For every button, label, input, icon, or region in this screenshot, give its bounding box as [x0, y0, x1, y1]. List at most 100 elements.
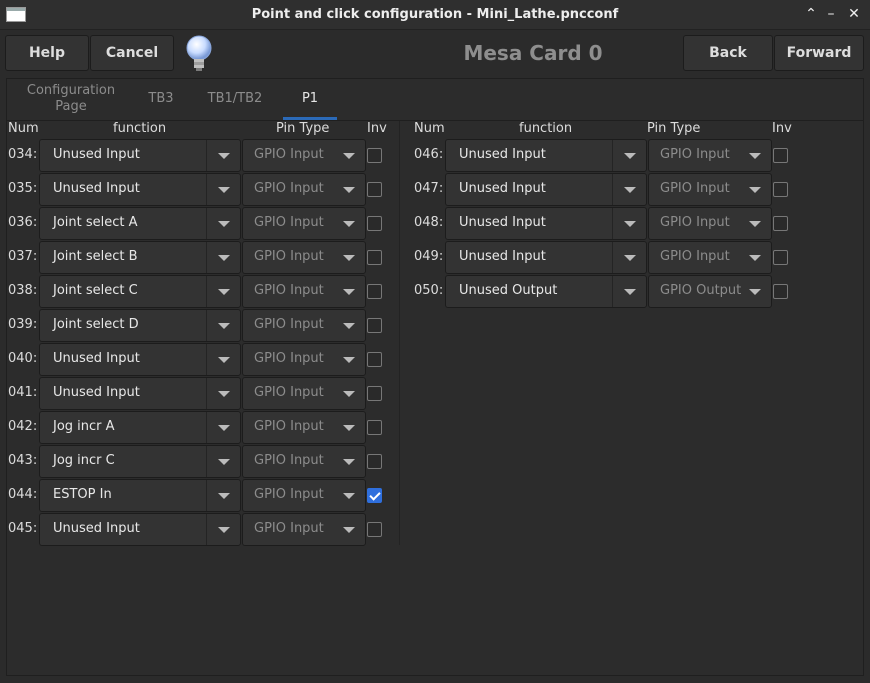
pin-type-combo[interactable]: GPIO Input: [242, 275, 366, 308]
function-combo[interactable]: ESTOP In: [39, 479, 241, 512]
tab-p1[interactable]: P1: [283, 91, 337, 107]
inv-checkbox[interactable]: [367, 318, 382, 333]
pin-type-combo[interactable]: GPIO Input: [242, 139, 366, 172]
function-combo[interactable]: Unused Output: [445, 275, 647, 308]
pin-type-combo[interactable]: GPIO Input: [242, 479, 366, 512]
pin-type-combo[interactable]: GPIO Input: [242, 513, 366, 546]
inv-checkbox[interactable]: [367, 522, 382, 537]
inv-checkbox[interactable]: [367, 454, 382, 469]
chevron-down-icon[interactable]: [624, 221, 636, 227]
chevron-down-icon[interactable]: [218, 255, 230, 261]
cancel-button[interactable]: Cancel: [90, 35, 174, 71]
inv-checkbox[interactable]: [367, 284, 382, 299]
chevron-down-icon[interactable]: [343, 357, 355, 363]
chevron-down-icon[interactable]: [749, 221, 761, 227]
chevron-down-icon[interactable]: [343, 527, 355, 533]
pin-type-combo[interactable]: GPIO Input: [242, 377, 366, 410]
chevron-down-icon[interactable]: [343, 323, 355, 329]
chevron-down-icon[interactable]: [218, 187, 230, 193]
pin-type-combo[interactable]: GPIO Input: [242, 241, 366, 274]
chevron-down-icon[interactable]: [624, 153, 636, 159]
function-combo[interactable]: Jog incr C: [39, 445, 241, 478]
tab-tb3[interactable]: TB3: [135, 91, 187, 107]
collapse-icon[interactable]: ⌃: [802, 5, 820, 23]
inv-checkbox[interactable]: [367, 420, 382, 435]
help-button[interactable]: Help: [5, 35, 89, 71]
chevron-down-icon[interactable]: [218, 459, 230, 465]
close-icon[interactable]: ✕: [845, 5, 863, 23]
inv-checkbox[interactable]: [773, 182, 788, 197]
pin-type-combo[interactable]: GPIO Input: [242, 445, 366, 478]
combo-separator: [206, 480, 207, 511]
inv-checkbox[interactable]: [773, 284, 788, 299]
chevron-down-icon[interactable]: [343, 221, 355, 227]
combo-separator: [612, 208, 613, 239]
pin-type-combo[interactable]: GPIO Input: [242, 411, 366, 444]
function-combo[interactable]: Joint select C: [39, 275, 241, 308]
minimize-icon[interactable]: –: [822, 5, 840, 23]
chevron-down-icon[interactable]: [749, 153, 761, 159]
chevron-down-icon[interactable]: [749, 255, 761, 261]
pin-type-combo[interactable]: GPIO Input: [648, 173, 772, 206]
pin-type-combo[interactable]: GPIO Input: [242, 207, 366, 240]
function-combo[interactable]: Unused Input: [39, 377, 241, 410]
function-combo[interactable]: Unused Input: [445, 241, 647, 274]
inv-checkbox[interactable]: [367, 250, 382, 265]
chevron-down-icon[interactable]: [343, 289, 355, 295]
inv-checkbox[interactable]: [773, 216, 788, 231]
back-button[interactable]: Back: [683, 35, 773, 71]
inv-checkbox[interactable]: [367, 386, 382, 401]
chevron-down-icon[interactable]: [218, 323, 230, 329]
chevron-down-icon[interactable]: [624, 255, 636, 261]
chevron-down-icon[interactable]: [343, 459, 355, 465]
inv-checkbox[interactable]: [773, 148, 788, 163]
function-combo[interactable]: Joint select A: [39, 207, 241, 240]
pin-type-combo[interactable]: GPIO Output: [648, 275, 772, 308]
pin-type-combo[interactable]: GPIO Input: [648, 139, 772, 172]
tab-configuration-page[interactable]: Configuration Page: [21, 83, 121, 115]
chevron-down-icon[interactable]: [218, 527, 230, 533]
function-combo[interactable]: Unused Input: [445, 139, 647, 172]
inv-checkbox[interactable]: [367, 216, 382, 231]
inv-checkbox[interactable]: [773, 250, 788, 265]
chevron-down-icon[interactable]: [343, 425, 355, 431]
header-num-left: Num: [8, 121, 39, 136]
function-combo[interactable]: Unused Input: [445, 207, 647, 240]
forward-button[interactable]: Forward: [774, 35, 864, 71]
inv-checkbox[interactable]: [367, 488, 382, 503]
chevron-down-icon[interactable]: [343, 153, 355, 159]
chevron-down-icon[interactable]: [218, 425, 230, 431]
chevron-down-icon[interactable]: [218, 357, 230, 363]
pin-type-value: GPIO Input: [254, 215, 324, 230]
function-combo[interactable]: Unused Input: [445, 173, 647, 206]
pin-type-combo[interactable]: GPIO Input: [242, 309, 366, 342]
chevron-down-icon[interactable]: [218, 391, 230, 397]
chevron-down-icon[interactable]: [343, 493, 355, 499]
chevron-down-icon[interactable]: [343, 391, 355, 397]
chevron-down-icon[interactable]: [624, 187, 636, 193]
inv-checkbox[interactable]: [367, 182, 382, 197]
inv-checkbox[interactable]: [367, 352, 382, 367]
chevron-down-icon[interactable]: [218, 221, 230, 227]
chevron-down-icon[interactable]: [218, 493, 230, 499]
function-combo[interactable]: Unused Input: [39, 139, 241, 172]
chevron-down-icon[interactable]: [218, 289, 230, 295]
pin-type-combo[interactable]: GPIO Input: [648, 241, 772, 274]
chevron-down-icon[interactable]: [218, 153, 230, 159]
function-combo[interactable]: Unused Input: [39, 173, 241, 206]
pin-type-combo[interactable]: GPIO Input: [242, 343, 366, 376]
tab-tb1-tb2[interactable]: TB1/TB2: [199, 91, 271, 107]
function-combo[interactable]: Joint select B: [39, 241, 241, 274]
chevron-down-icon[interactable]: [343, 187, 355, 193]
chevron-down-icon[interactable]: [749, 289, 761, 295]
pin-type-combo[interactable]: GPIO Input: [648, 207, 772, 240]
function-combo[interactable]: Unused Input: [39, 513, 241, 546]
pin-type-combo[interactable]: GPIO Input: [242, 173, 366, 206]
inv-checkbox[interactable]: [367, 148, 382, 163]
function-combo[interactable]: Unused Input: [39, 343, 241, 376]
chevron-down-icon[interactable]: [624, 289, 636, 295]
chevron-down-icon[interactable]: [343, 255, 355, 261]
function-combo[interactable]: Jog incr A: [39, 411, 241, 444]
function-combo[interactable]: Joint select D: [39, 309, 241, 342]
chevron-down-icon[interactable]: [749, 187, 761, 193]
